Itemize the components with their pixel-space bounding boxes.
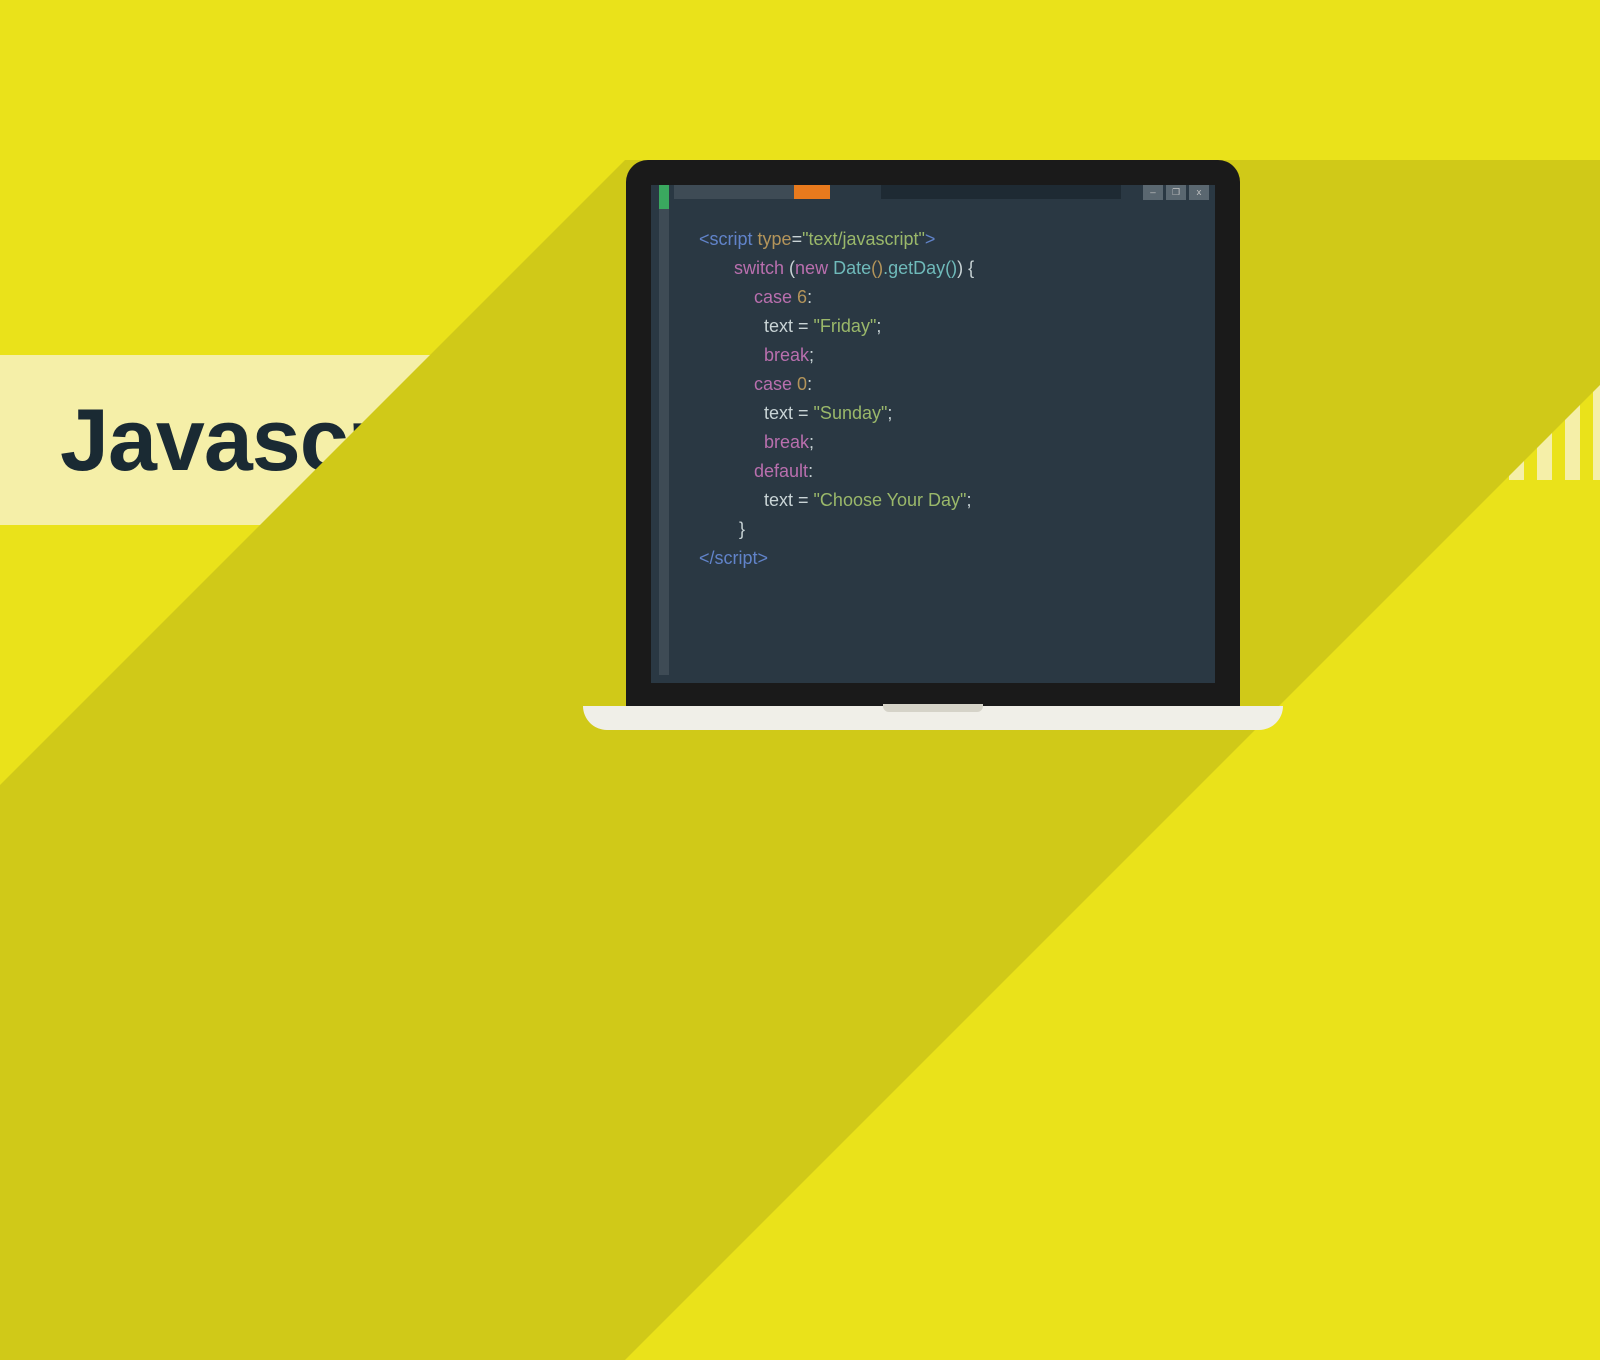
code-indent [699,403,764,423]
code-indent [699,316,764,336]
code-indent [699,258,734,278]
code-indent [699,519,739,539]
code-token: "Friday" [814,316,877,336]
code-token: "Sunday" [814,403,888,423]
code-token: = [798,316,814,336]
code-token: type [753,229,792,249]
code-token: "text/javascript" [802,229,925,249]
code-token: text [764,316,798,336]
editor-tab-active [794,185,830,199]
code-indent [699,461,754,481]
laptop-illustration: — ❐ x <script type="text/javascript"> sw… [583,160,1283,730]
code-token: script [710,229,753,249]
code-token: break [764,432,809,452]
code-token: break [764,345,809,365]
code-token: .getDay() [883,258,957,278]
code-editor-screen: — ❐ x <script type="text/javascript"> sw… [651,185,1215,683]
code-token: > [758,548,769,568]
code-indent [699,490,764,510]
laptop-notch [883,704,983,712]
code-token: ; [809,345,814,365]
code-token: : [808,461,813,481]
code-token: : [807,287,812,307]
code-indent [699,287,754,307]
code-token: </ [699,548,715,568]
laptop-screen-frame: — ❐ x <script type="text/javascript"> sw… [626,160,1240,708]
code-token: : [807,374,812,394]
code-token: default [754,461,808,481]
code-token: switch [734,258,784,278]
code-token: ; [809,432,814,452]
code-token: Date [828,258,871,278]
code-indent [699,432,764,452]
editor-address-bar [881,185,1121,199]
code-token: = [798,403,814,423]
code-token: = [792,229,803,249]
code-indent [699,374,754,394]
code-token: text [764,490,798,510]
code-token: ; [966,490,971,510]
code-token: { [963,258,974,278]
editor-tab-bar [674,185,794,199]
code-token: = [798,490,814,510]
maximize-button[interactable]: ❐ [1166,185,1186,200]
minimize-button[interactable]: — [1143,185,1163,200]
code-token: 6 [792,287,807,307]
code-token: } [739,519,745,539]
code-token: ; [887,403,892,423]
close-button[interactable]: x [1189,185,1209,200]
code-token: "Choose Your Day" [814,490,967,510]
code-token: > [925,229,936,249]
code-token: ; [876,316,881,336]
code-token: case [754,287,792,307]
code-token: new [795,258,828,278]
code-token: script [715,548,758,568]
code-token: text [764,403,798,423]
code-token: () [871,258,883,278]
code-indent [699,345,764,365]
code-token: 0 [792,374,807,394]
code-token: < [699,229,710,249]
editor-gutter [659,209,669,675]
window-controls: — ❐ x [1143,185,1209,200]
code-content: <script type="text/javascript"> switch (… [699,225,1195,573]
code-token: case [754,374,792,394]
